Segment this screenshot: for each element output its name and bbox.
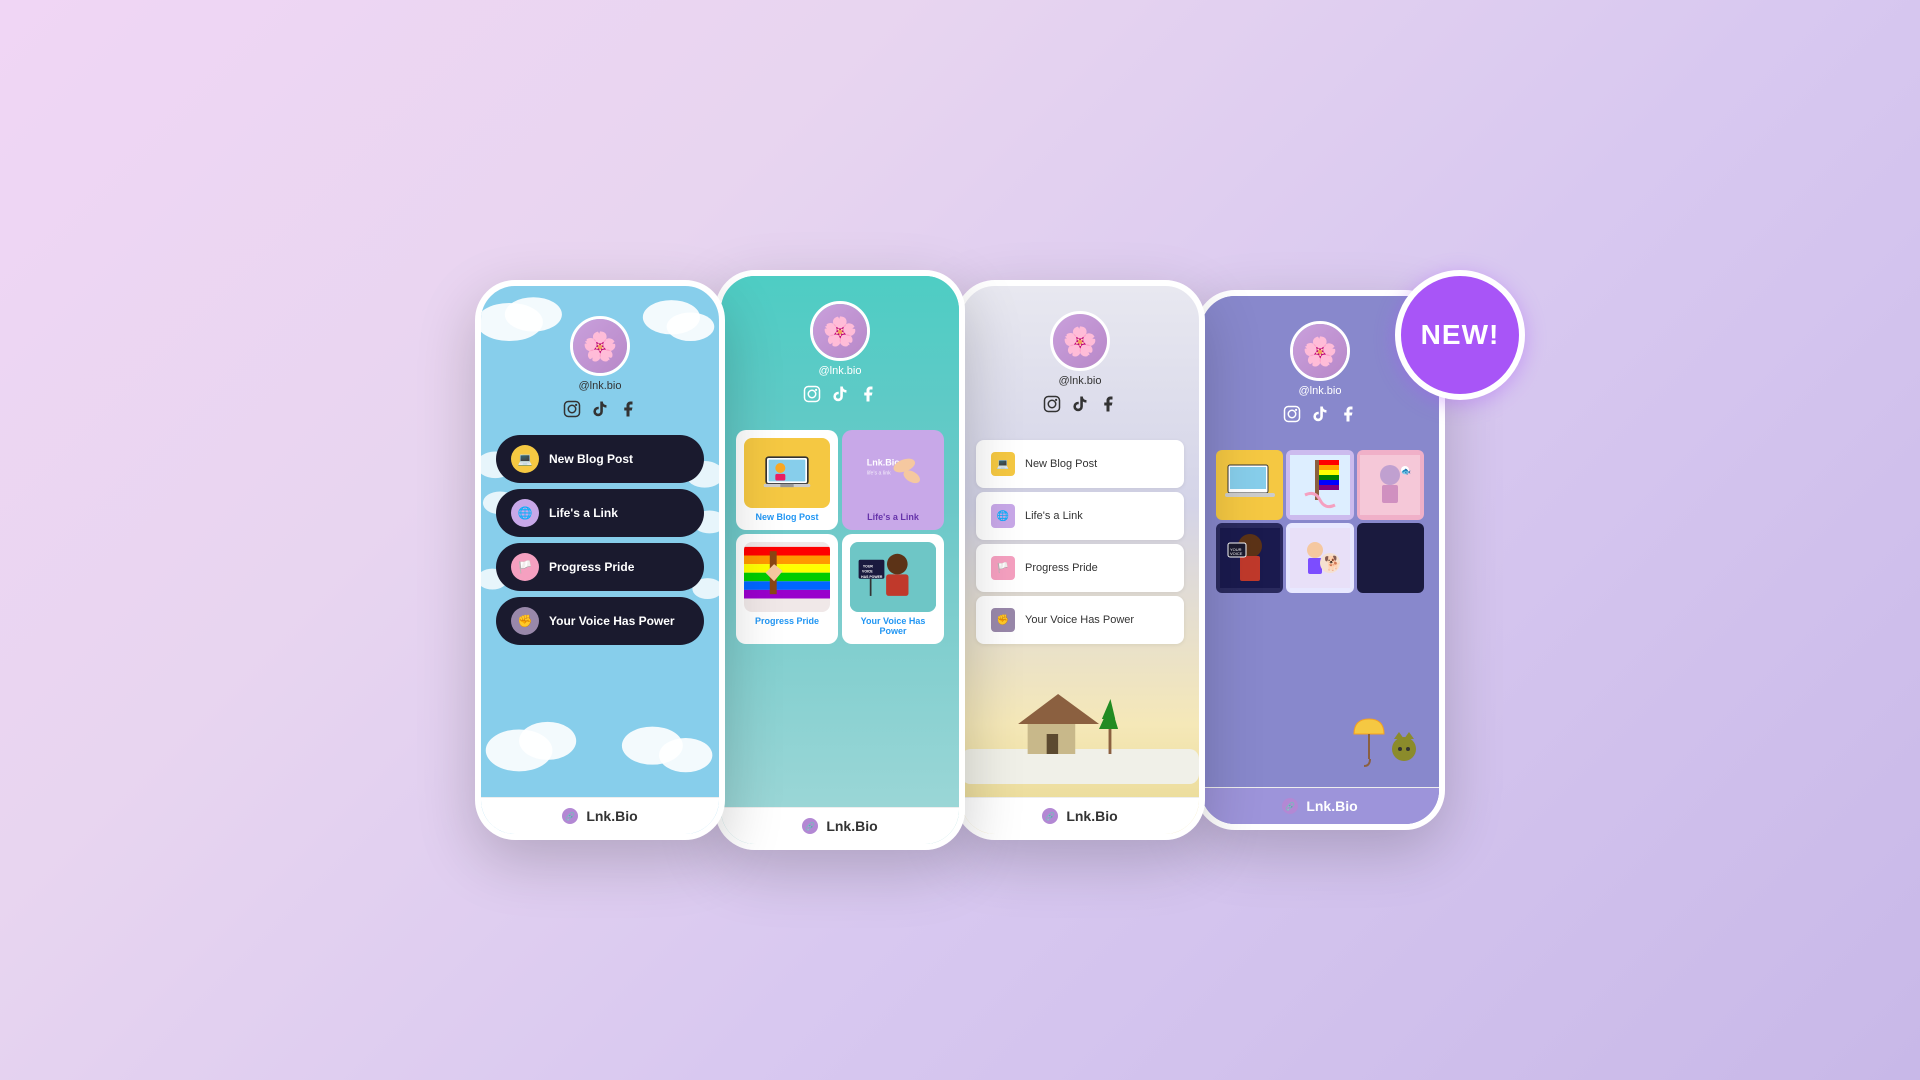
new-badge: NEW! [1395,270,1525,400]
avatar: 🌸 [570,316,630,376]
new-blog-card[interactable]: New Blog Post [736,430,838,530]
progress-pride-btn-1[interactable]: 🏳️ Progress Pride [496,543,704,591]
facebook-icon-4[interactable] [1339,405,1357,428]
facebook-icon-3[interactable] [1099,395,1117,418]
footer-4: 🔗 Lnk.Bio [1201,787,1439,824]
facebook-icon-1[interactable] [619,400,637,423]
avatar-3: 🌸 [1050,311,1110,371]
instagram-icon-4[interactable] [1283,405,1301,428]
tiktok-icon-1[interactable] [591,400,609,423]
your-voice-btn-3[interactable]: ✊ Your Voice Has Power [976,596,1184,644]
lifes-link-card[interactable]: Lnk.Bio life's a link Life's a Link [842,430,944,530]
mosaic-cell-3[interactable]: 🐟 [1357,450,1424,520]
mosaic-cell-5[interactable]: 🐕 [1286,523,1353,593]
lifes-link-btn-3[interactable]: 🌐 Life's a Link [976,492,1184,540]
mosaic-cell-2[interactable] [1286,450,1353,520]
phone-2: 🌸 @lnk.bio [715,270,965,850]
mosaic-cell-6[interactable] [1357,523,1424,593]
svg-text:YOUR: YOUR [863,565,873,569]
footer-2: 🔗 Lnk.Bio [721,807,959,844]
phone-1: 🌸 @lnk.bio [475,280,725,840]
mosaic-cell-4[interactable]: YOUR VOICE [1216,523,1283,593]
svg-text:🐕: 🐕 [1324,555,1341,572]
username-4: @lnk.bio [1299,385,1342,397]
svg-text:🐟: 🐟 [1401,467,1411,476]
instagram-icon-1[interactable] [563,400,581,423]
your-voice-btn-1[interactable]: ✊ Your Voice Has Power [496,597,704,645]
progress-pride-card[interactable]: Progress Pride [736,534,838,644]
tiktok-icon-4[interactable] [1311,405,1329,428]
instagram-icon-2[interactable] [803,385,821,408]
svg-text:HAS POWER: HAS POWER [861,575,883,579]
avatar-2: 🌸 [810,301,870,361]
avatar-4: 🌸 [1290,321,1350,381]
svg-text:VOICE: VOICE [862,570,873,574]
your-voice-card[interactable]: YOUR VOICE HAS POWER Your Voice Has Powe… [842,534,944,644]
tiktok-icon-2[interactable] [831,385,849,408]
instagram-icon-3[interactable] [1043,395,1061,418]
footer-1: 🔗 Lnk.Bio [481,797,719,834]
progress-pride-btn-3[interactable]: 🏳️ Progress Pride [976,544,1184,592]
footer-3: 🔗 Lnk.Bio [961,797,1199,834]
mosaic-cell-1[interactable] [1216,450,1283,520]
svg-text:life's a link: life's a link [867,471,891,477]
new-blog-btn-1[interactable]: 💻 New Blog Post [496,435,704,483]
svg-text:VOICE: VOICE [1230,551,1243,556]
new-blog-btn-3[interactable]: 💻 New Blog Post [976,440,1184,488]
lifes-link-btn-1[interactable]: 🌐 Life's a Link [496,489,704,537]
tiktok-icon-3[interactable] [1071,395,1089,418]
username-2: @lnk.bio [819,365,862,377]
phone-3: 🌸 @lnk.bio [955,280,1205,840]
facebook-icon-2[interactable] [859,385,877,408]
username-3: @lnk.bio [1059,375,1102,387]
username-1: @lnk.bio [579,380,622,392]
